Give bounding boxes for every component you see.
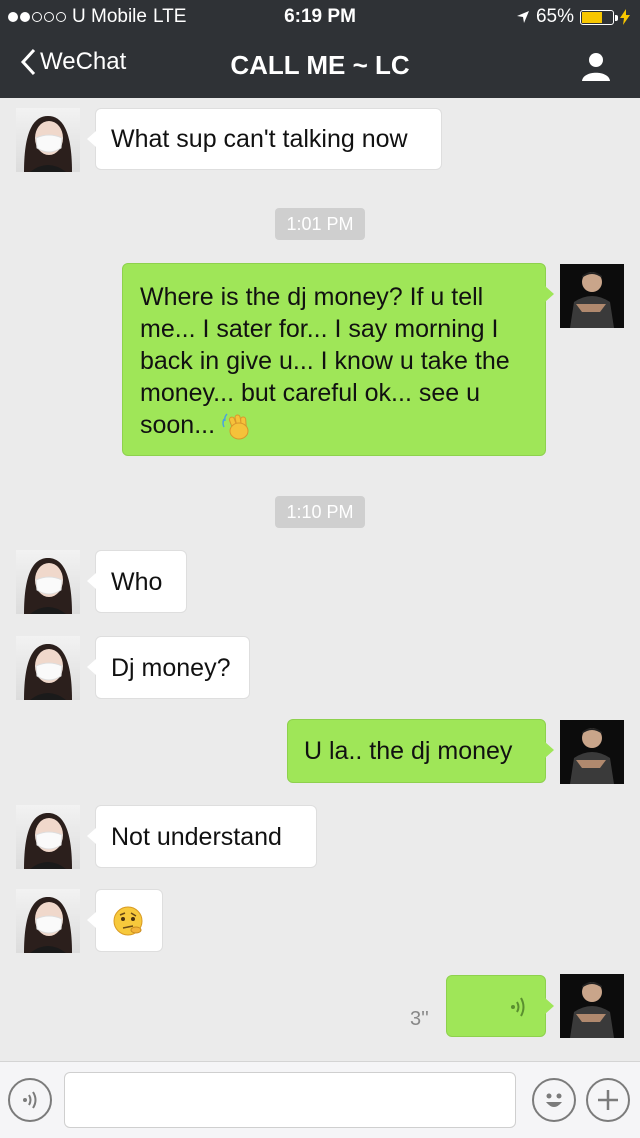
nav-bar: WeChat CALL ME ~ LC: [0, 34, 640, 98]
outgoing-message[interactable]: U la.. the dj money: [287, 719, 554, 783]
location-arrow-icon: [516, 11, 529, 23]
incoming-message[interactable]: [87, 889, 163, 952]
voice-duration: 3'': [410, 1008, 429, 1030]
emoji-button[interactable]: [532, 1078, 576, 1122]
message-line: Where is the dj money? If u tell: [140, 283, 484, 311]
timestamp: 1:01 PM: [275, 208, 365, 240]
voice-message[interactable]: [446, 975, 554, 1037]
back-label: WeChat: [40, 48, 127, 75]
battery-info: 65%: [516, 6, 630, 28]
message-input[interactable]: [64, 1072, 516, 1128]
outgoing-message[interactable]: Where is the dj money? If u tell me... I…: [122, 263, 554, 456]
back-button[interactable]: WeChat: [20, 48, 126, 76]
incoming-message[interactable]: Not understand: [87, 805, 317, 868]
message-line: me... I sater for... I say morning I: [140, 315, 499, 343]
chevron-left-icon: [20, 48, 36, 76]
thinking-face-emoji: [113, 906, 143, 936]
timestamp: 1:10 PM: [275, 496, 365, 528]
contact-avatar[interactable]: [16, 108, 80, 172]
contact-avatar[interactable]: [16, 550, 80, 614]
message-line: money... but careful ok... see u: [140, 379, 480, 407]
battery-icon: [580, 9, 618, 25]
message-text: U la.. the dj money: [304, 737, 513, 765]
charging-bolt-icon: [620, 9, 630, 25]
status-bar: U Mobile LTE 6:19 PM 65%: [0, 0, 640, 34]
incoming-message[interactable]: Who: [87, 550, 187, 613]
chat-area[interactable]: What sup can't talking now 1:01 PM Where…: [0, 98, 640, 1061]
contact-avatar[interactable]: [16, 805, 80, 869]
waving-hand-emoji: [222, 413, 249, 440]
message-text: Dj money?: [111, 654, 231, 682]
my-avatar[interactable]: [560, 974, 624, 1038]
my-avatar[interactable]: [560, 720, 624, 784]
voice-mode-icon: [23, 1091, 37, 1109]
incoming-message[interactable]: Dj money?: [87, 636, 250, 699]
person-icon[interactable]: [580, 50, 612, 82]
input-bar: [0, 1061, 640, 1138]
message-line: back in give u... I know u take the: [140, 347, 510, 375]
contact-avatar[interactable]: [16, 889, 80, 953]
message-text: What sup can't talking now: [111, 125, 408, 153]
message-line: soon...: [140, 411, 216, 439]
voice-mode-button[interactable]: [8, 1078, 52, 1122]
voice-wave-icon: [511, 997, 525, 1017]
message-text: Who: [111, 568, 163, 596]
top-bar: U Mobile LTE 6:19 PM 65% WeChat CALL ME …: [0, 0, 640, 98]
smiley-face-icon: [546, 1093, 562, 1107]
plus-button[interactable]: [586, 1078, 630, 1122]
battery-percent: 65%: [535, 6, 574, 27]
incoming-message[interactable]: What sup can't talking now: [87, 108, 442, 170]
message-text: Not understand: [111, 823, 282, 851]
contact-avatar[interactable]: [16, 636, 80, 700]
my-avatar[interactable]: [560, 264, 624, 328]
plus-icon: [598, 1090, 618, 1110]
